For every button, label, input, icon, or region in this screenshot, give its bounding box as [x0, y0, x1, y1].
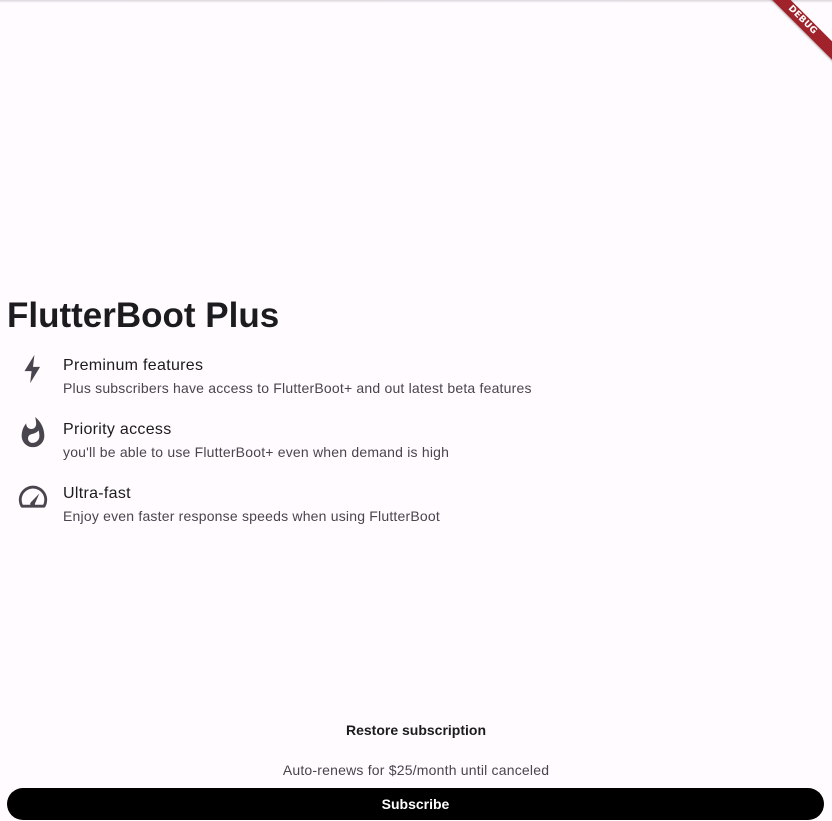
feature-ultrafast: Ultra-fast Enjoy even faster response sp…: [0, 472, 832, 536]
feature-priority: Priority access you'll be able to use Fl…: [0, 408, 832, 472]
feature-description: Enjoy even faster response speeds when u…: [63, 508, 440, 524]
debug-banner: DEBUG: [754, 0, 832, 68]
feature-title: Priority access: [63, 421, 172, 438]
subscribe-button[interactable]: Subscribe: [7, 788, 824, 820]
feature-title: Ultra-fast: [63, 485, 131, 502]
restore-subscription-button[interactable]: Restore subscription: [346, 722, 486, 738]
renewal-note: Auto-renews for $25/month until canceled: [282, 762, 550, 778]
bolt-icon: [16, 352, 50, 386]
restore-subscription-row: Restore subscription: [0, 720, 832, 740]
feature-description: you'll be able to use FlutterBoot+ even …: [63, 444, 450, 460]
feature-list: Preminum features Plus subscribers have …: [0, 344, 832, 536]
feature-title: Preminum features: [63, 357, 204, 374]
flame-icon: [16, 416, 50, 450]
feature-description: Plus subscribers have access to FlutterB…: [63, 380, 532, 396]
app-bar-shadow: [0, 0, 832, 3]
speedometer-icon: [16, 480, 50, 514]
page-title: FlutterBoot Plus: [7, 296, 280, 335]
feature-premium: Preminum features Plus subscribers have …: [0, 344, 832, 408]
